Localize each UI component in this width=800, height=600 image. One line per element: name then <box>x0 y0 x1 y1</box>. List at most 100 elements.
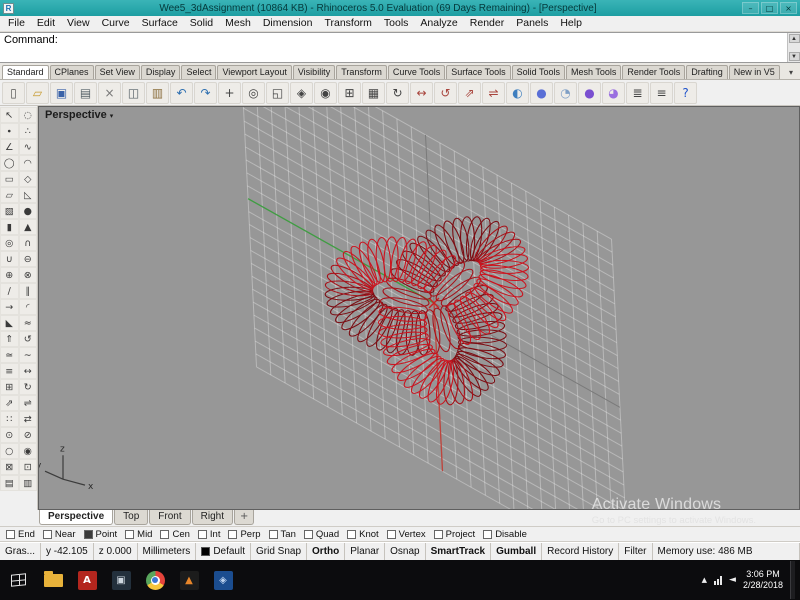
zoom-window-icon[interactable]: ◱ <box>266 81 289 104</box>
zoom-selected-icon[interactable]: ◉ <box>314 81 337 104</box>
command-scroll-up-button[interactable]: ▲ <box>788 34 800 43</box>
menu-solid[interactable]: Solid <box>184 16 219 31</box>
command-scroll-down-button[interactable]: ▼ <box>788 52 800 61</box>
points-tool[interactable]: ∴ <box>18 123 37 139</box>
filter-toggle[interactable]: Filter <box>619 543 653 560</box>
rectangle-tool[interactable]: ▭ <box>0 171 19 187</box>
osnap-perp[interactable]: Perp <box>228 529 261 540</box>
revolve-tool[interactable]: ↺ <box>18 331 37 347</box>
osnap-perp-checkbox[interactable] <box>228 529 238 539</box>
osnap-mid[interactable]: Mid <box>125 529 152 540</box>
toolbar-tab-cplanes[interactable]: CPlanes <box>49 65 94 79</box>
start-button[interactable] <box>2 561 34 599</box>
curve-tool[interactable]: ∿ <box>18 139 37 155</box>
torus-tool[interactable]: ◎ <box>0 235 19 251</box>
mirror-tool[interactable]: ⇌ <box>18 395 37 411</box>
osnap-project-checkbox[interactable] <box>433 529 443 539</box>
osnap-point[interactable]: Point <box>83 529 117 540</box>
show-tool[interactable]: ◉ <box>18 443 37 459</box>
toolbar-tab-viewport-layout[interactable]: Viewport Layout <box>217 65 292 79</box>
loft-tool[interactable]: ≃ <box>0 347 19 363</box>
copy-tool[interactable]: ⊞ <box>0 379 19 395</box>
viewport-tab-perspective[interactable]: Perspective <box>39 510 114 525</box>
shaded-display-icon[interactable]: ◐ <box>506 81 529 104</box>
osnap-mid-checkbox[interactable] <box>125 529 135 539</box>
toolbar-tab-transform[interactable]: Transform <box>336 65 387 79</box>
undo-icon[interactable]: ↶ <box>170 81 193 104</box>
toolbar-tab-solid-tools[interactable]: Solid Tools <box>511 65 565 79</box>
boolean-union-tool[interactable]: ∪ <box>0 251 19 267</box>
object-properties-tool[interactable]: ▥ <box>18 475 37 491</box>
copy-icon[interactable]: ◫ <box>122 81 145 104</box>
menu-render[interactable]: Render <box>464 16 510 31</box>
zoom-dynamic-icon[interactable]: ◎ <box>242 81 265 104</box>
toolbar-tab-drafting[interactable]: Drafting <box>686 65 728 79</box>
osnap-quad[interactable]: Quad <box>303 529 339 540</box>
menu-mesh[interactable]: Mesh <box>219 16 257 31</box>
extend-tool[interactable]: → <box>0 299 19 315</box>
pan-view-icon[interactable]: + <box>218 81 241 104</box>
adobe-reader-icon[interactable]: A <box>70 561 104 599</box>
pipe-tool[interactable]: ∩ <box>18 235 37 251</box>
point-tool[interactable]: ∙ <box>0 123 19 139</box>
scale-icon[interactable]: ⇗ <box>458 81 481 104</box>
circle-tool[interactable]: ◯ <box>0 155 19 171</box>
osnap-near-checkbox[interactable] <box>42 529 52 539</box>
gumball-toggle[interactable]: Gumball <box>491 543 543 560</box>
planar-toggle[interactable]: Planar <box>345 543 386 560</box>
osnap-near[interactable]: Near <box>42 529 76 540</box>
toolbar-tab-mesh-tools[interactable]: Mesh Tools <box>565 65 622 79</box>
file-explorer-icon[interactable] <box>36 561 70 599</box>
osnap-end-checkbox[interactable] <box>6 529 15 539</box>
print-icon[interactable]: ▤ <box>74 81 97 104</box>
layer-pane[interactable]: Default <box>196 543 251 560</box>
cone-tool[interactable]: ▲ <box>18 219 37 235</box>
toolbar-tab-render-tools[interactable]: Render Tools <box>622 65 686 79</box>
osnap-cen-checkbox[interactable] <box>160 529 170 539</box>
select-tool[interactable]: ↖ <box>0 107 19 123</box>
plane-surface-tool[interactable]: ▱ <box>0 187 19 203</box>
toolbar-tab-standard[interactable]: Standard <box>2 65 49 79</box>
osnap-point-checkbox[interactable] <box>83 529 93 539</box>
record-history-toggle[interactable]: Record History <box>542 543 620 560</box>
maximize-button[interactable]: □ <box>761 2 778 14</box>
explode-tool[interactable]: ⊗ <box>18 267 37 283</box>
viewport-tabs-pan-button[interactable]: + <box>233 510 255 525</box>
osnap-knot[interactable]: Knot <box>347 529 379 540</box>
osnap-end[interactable]: End <box>6 529 35 540</box>
smarttrack-toggle[interactable]: SmartTrack <box>426 543 492 560</box>
menu-edit[interactable]: Edit <box>31 16 61 31</box>
units-pane[interactable]: Millimeters <box>138 543 197 560</box>
sweep-tool[interactable]: ∼ <box>18 347 37 363</box>
menu-file[interactable]: File <box>2 16 31 31</box>
zoom-extents-icon[interactable]: ◈ <box>290 81 313 104</box>
arc-tool[interactable]: ◠ <box>18 155 37 171</box>
cylinder-tool[interactable]: ▮ <box>0 219 19 235</box>
network-icon[interactable] <box>714 575 723 585</box>
hide-tool[interactable]: ○ <box>0 443 19 459</box>
grid-snap-toggle[interactable]: Grid Snap <box>251 543 308 560</box>
render-preview-icon[interactable]: ◕ <box>602 81 625 104</box>
array-tool[interactable]: ∷ <box>0 411 19 427</box>
osnap-disable-checkbox[interactable] <box>483 529 493 539</box>
lasso-select-tool[interactable]: ◌ <box>18 107 37 123</box>
named-views-icon[interactable]: ▦ <box>362 81 385 104</box>
toolbar-tab-visibility[interactable]: Visibility <box>292 65 336 79</box>
perspective-viewport[interactable]: z x y Perspective ▾ <box>38 106 800 510</box>
osnap-int-checkbox[interactable] <box>197 529 207 539</box>
menu-dimension[interactable]: Dimension <box>257 16 319 31</box>
command-input[interactable] <box>0 48 787 62</box>
menu-panels[interactable]: Panels <box>510 16 554 31</box>
viewport-tab-top[interactable]: Top <box>114 510 149 525</box>
layer-tools-tool[interactable]: ▤ <box>0 475 19 491</box>
lock-tool[interactable]: ⊠ <box>0 459 19 475</box>
rotate-tool[interactable]: ↻ <box>18 379 37 395</box>
ungroup-tool[interactable]: ⊘ <box>18 427 37 443</box>
move-tool[interactable]: ↔ <box>18 363 37 379</box>
toolbar-options-button[interactable]: ▾ <box>784 66 798 79</box>
osnap-knot-checkbox[interactable] <box>347 529 357 539</box>
menu-analyze[interactable]: Analyze <box>414 16 463 31</box>
move-icon[interactable]: ↔ <box>410 81 433 104</box>
menu-help[interactable]: Help <box>554 16 588 31</box>
chrome-icon[interactable] <box>138 561 172 599</box>
